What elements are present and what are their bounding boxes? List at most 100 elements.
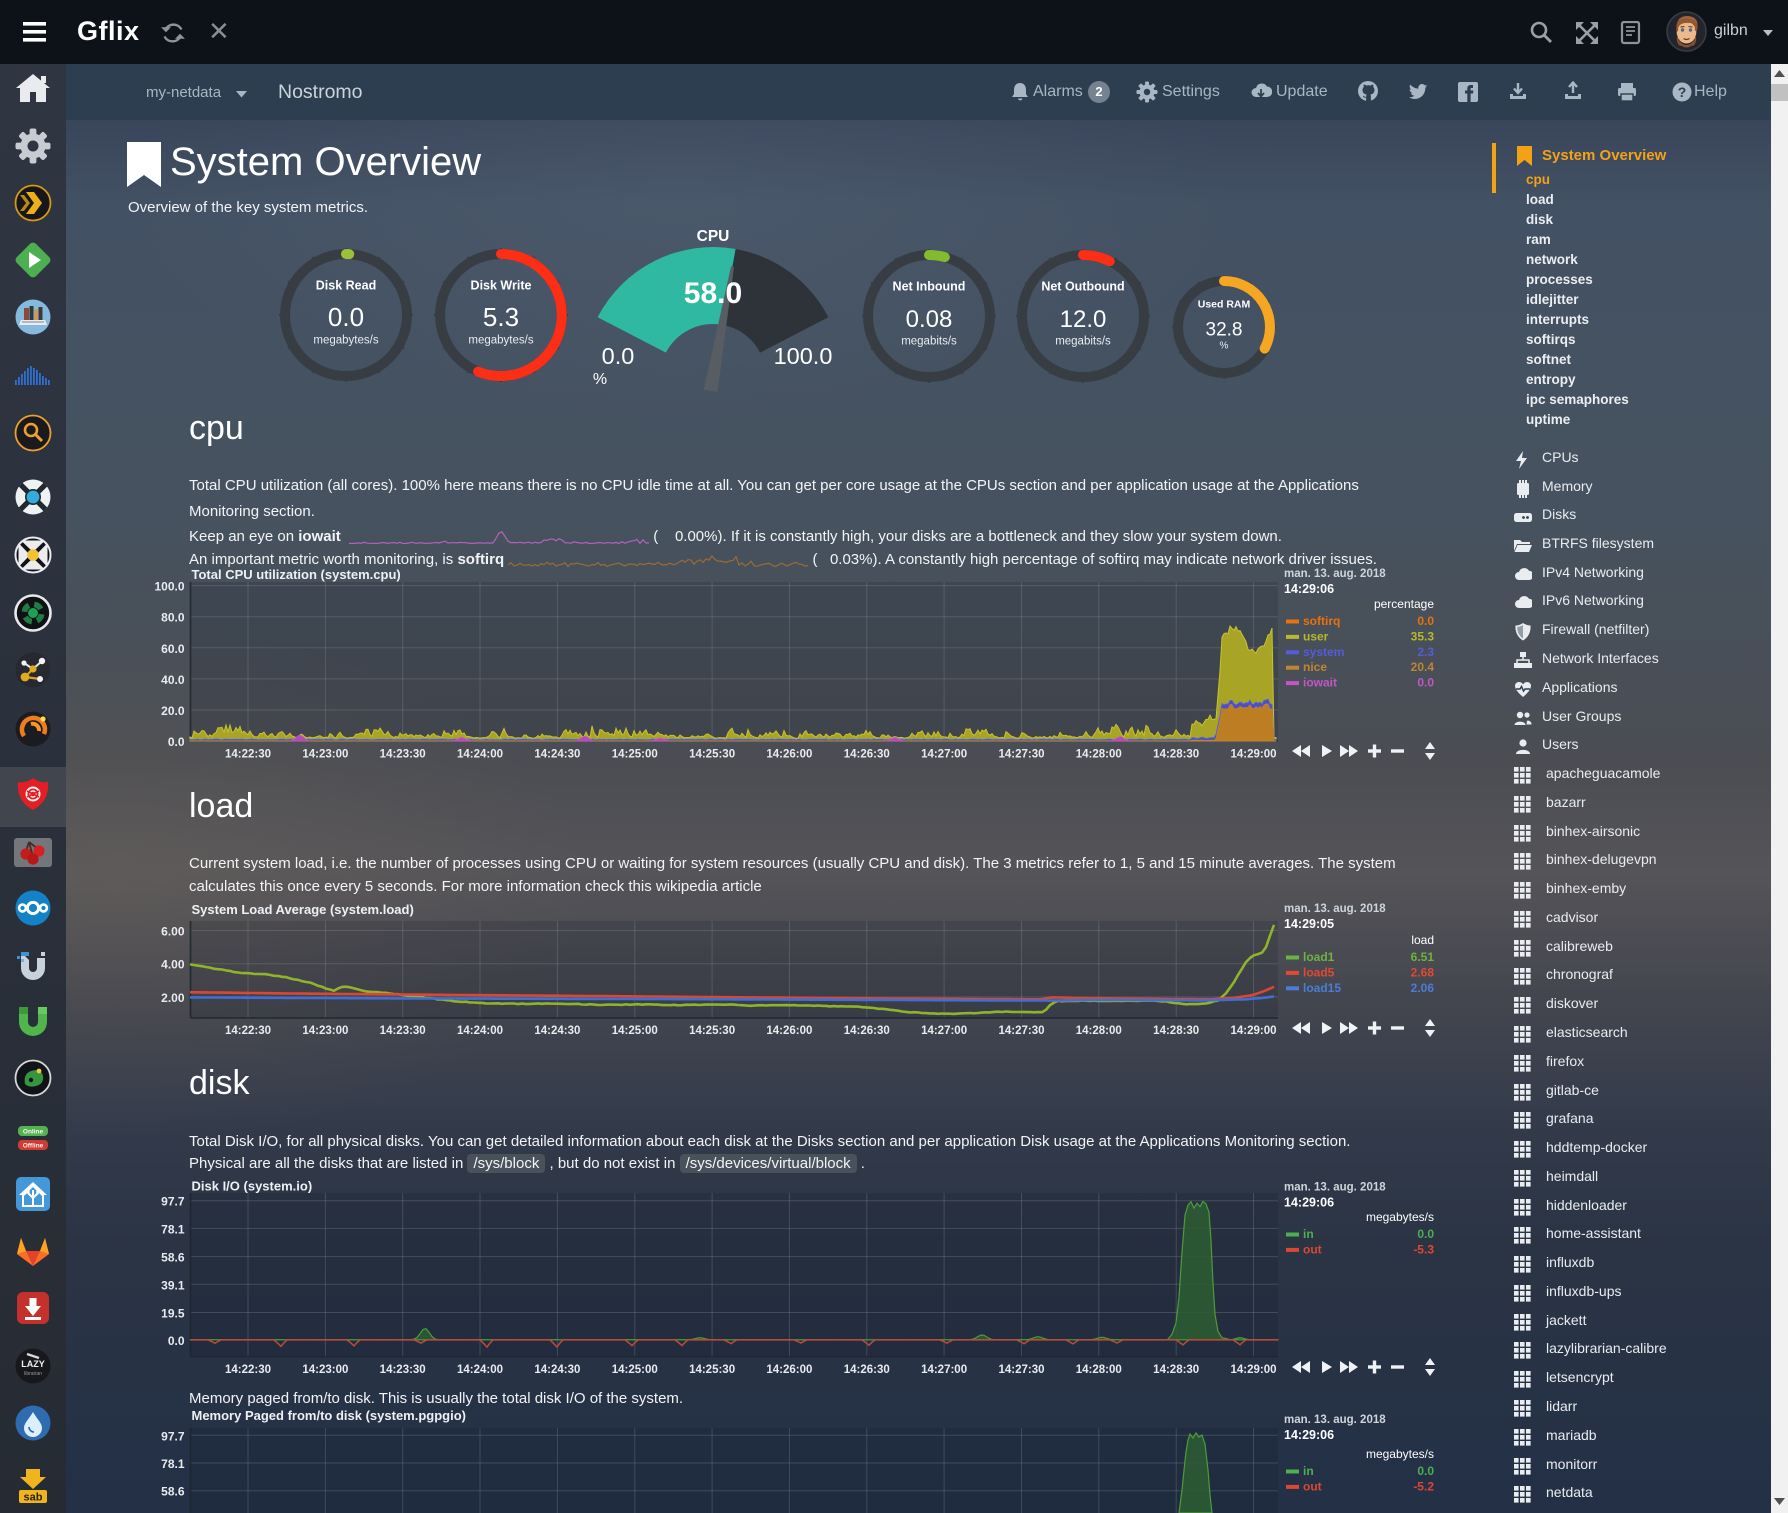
svg-text:14:24:30: 14:24:30	[534, 1364, 580, 1376]
svg-text:14:24:00: 14:24:00	[457, 1025, 503, 1037]
svg-text:load15: load15	[1303, 981, 1341, 995]
svg-text:load5: load5	[1303, 965, 1335, 979]
svg-text:14:23:00: 14:23:00	[302, 749, 348, 761]
svg-text:14:28:00: 14:28:00	[1076, 749, 1122, 761]
svg-text:14:29:05: 14:29:05	[1284, 917, 1334, 931]
svg-text:0.0: 0.0	[1417, 676, 1434, 690]
svg-text:megabytes/s: megabytes/s	[468, 335, 533, 347]
svg-text:CPU: CPU	[697, 228, 730, 245]
svg-text:14:28:30: 14:28:30	[1153, 1025, 1199, 1037]
svg-text:20.4: 20.4	[1411, 660, 1435, 674]
svg-text:14:26:00: 14:26:00	[766, 749, 812, 761]
svg-text:Used RAM: Used RAM	[1198, 299, 1251, 311]
svg-text:megabits/s: megabits/s	[901, 336, 957, 348]
svg-text:58.0: 58.0	[684, 277, 742, 310]
svg-text:%: %	[593, 371, 607, 388]
svg-text:nice: nice	[1303, 660, 1327, 674]
svg-text:man. 13. aug. 2018: man. 13. aug. 2018	[1284, 568, 1386, 580]
svg-text:14:25:30: 14:25:30	[689, 1364, 735, 1376]
svg-text:14:27:30: 14:27:30	[998, 1025, 1044, 1037]
svg-text:14:24:30: 14:24:30	[534, 749, 580, 761]
svg-text:14:25:00: 14:25:00	[612, 1025, 658, 1037]
svg-text:out: out	[1303, 1242, 1322, 1256]
svg-text:LAZY: LAZY	[21, 1359, 45, 1369]
svg-text:-5.3: -5.3	[1413, 1242, 1434, 1256]
svg-text:100.0: 100.0	[774, 343, 833, 369]
svg-text:39.1: 39.1	[161, 1278, 185, 1292]
svg-text:19.5: 19.5	[161, 1307, 185, 1321]
svg-text:14:27:00: 14:27:00	[921, 1364, 967, 1376]
svg-text:Online: Online	[23, 1129, 44, 1136]
svg-text:megabits/s: megabits/s	[1055, 336, 1111, 348]
svg-text:14:26:30: 14:26:30	[844, 1025, 890, 1037]
svg-text:0.0: 0.0	[602, 343, 635, 369]
svg-text:14:24:00: 14:24:00	[457, 1364, 503, 1376]
svg-text:0.0: 0.0	[168, 735, 185, 749]
svg-text:system: system	[1303, 645, 1344, 659]
svg-text:load: load	[1411, 933, 1434, 947]
svg-text:load1: load1	[1303, 950, 1335, 964]
svg-text:user: user	[1303, 629, 1329, 643]
svg-text:14:26:30: 14:26:30	[844, 1364, 890, 1376]
svg-text:14:28:00: 14:28:00	[1076, 1025, 1122, 1037]
svg-text:14:23:00: 14:23:00	[302, 1364, 348, 1376]
svg-text:6.51: 6.51	[1411, 950, 1435, 964]
svg-text:System Load Average (system.lo: System Load Average (system.load)	[192, 902, 414, 917]
svg-text:14:29:00: 14:29:00	[1230, 1025, 1276, 1037]
svg-text:0.0: 0.0	[1417, 614, 1434, 628]
svg-text:megabytes/s: megabytes/s	[1366, 1447, 1434, 1461]
svg-text:14:23:30: 14:23:30	[380, 749, 426, 761]
svg-text:14:23:00: 14:23:00	[302, 1025, 348, 1037]
svg-text:14:28:30: 14:28:30	[1153, 1364, 1199, 1376]
svg-text:0.0: 0.0	[1417, 1464, 1434, 1478]
svg-text:40.0: 40.0	[161, 673, 185, 687]
svg-text:5.3: 5.3	[483, 302, 519, 332]
svg-text:14:28:00: 14:28:00	[1076, 1364, 1122, 1376]
svg-text:14:27:00: 14:27:00	[921, 749, 967, 761]
svg-text:softirq: softirq	[1303, 614, 1340, 628]
svg-text:14:27:30: 14:27:30	[998, 749, 1044, 761]
svg-text:12.0: 12.0	[1060, 306, 1107, 333]
svg-text:Net Outbound: Net Outbound	[1041, 279, 1124, 293]
svg-text:14:24:00: 14:24:00	[457, 749, 503, 761]
svg-text:14:22:30: 14:22:30	[225, 1364, 271, 1376]
svg-text:14:25:30: 14:25:30	[689, 1025, 735, 1037]
svg-text:58.6: 58.6	[161, 1485, 185, 1499]
svg-text:man. 13. aug. 2018: man. 13. aug. 2018	[1284, 1182, 1386, 1194]
svg-text:Memory Paged from/to disk (sys: Memory Paged from/to disk (system.pgpgio…	[192, 1408, 467, 1423]
svg-text:14:22:30: 14:22:30	[225, 1025, 271, 1037]
svg-text:%: %	[1220, 341, 1229, 352]
svg-text:-5.2: -5.2	[1413, 1479, 1434, 1493]
svg-text:14:23:30: 14:23:30	[380, 1025, 426, 1037]
svg-text:14:29:06: 14:29:06	[1284, 1196, 1334, 1210]
svg-text:14:24:30: 14:24:30	[534, 1025, 580, 1037]
svg-text:14:29:06: 14:29:06	[1284, 582, 1334, 596]
svg-text:14:23:30: 14:23:30	[380, 1364, 426, 1376]
svg-text:2.68: 2.68	[1411, 965, 1435, 979]
svg-text:iowait: iowait	[1303, 676, 1337, 690]
svg-text:megabytes/s: megabytes/s	[313, 335, 378, 347]
svg-text:97.7: 97.7	[161, 1429, 185, 1443]
svg-text:man. 13. aug. 2018: man. 13. aug. 2018	[1284, 1414, 1386, 1426]
svg-text:14:27:30: 14:27:30	[998, 1364, 1044, 1376]
svg-text:0.08: 0.08	[906, 306, 953, 333]
svg-text:20.0: 20.0	[161, 704, 185, 718]
svg-text:megabytes/s: megabytes/s	[1366, 1210, 1434, 1224]
svg-text:Disk Write: Disk Write	[471, 278, 532, 292]
svg-text:14:26:00: 14:26:00	[766, 1364, 812, 1376]
svg-text:Disk Read: Disk Read	[316, 278, 376, 292]
svg-text:14:29:06: 14:29:06	[1284, 1428, 1334, 1442]
svg-text:in: in	[1303, 1464, 1314, 1478]
svg-text:97.7: 97.7	[161, 1195, 185, 1209]
svg-text:14:25:30: 14:25:30	[689, 749, 735, 761]
svg-text:100.0: 100.0	[154, 580, 184, 594]
svg-text:14:28:30: 14:28:30	[1153, 749, 1199, 761]
svg-text:man. 13. aug. 2018: man. 13. aug. 2018	[1284, 903, 1386, 915]
svg-text:Net Inbound: Net Inbound	[893, 279, 966, 293]
svg-text:4.00: 4.00	[161, 958, 185, 972]
svg-text:14:27:00: 14:27:00	[921, 1025, 967, 1037]
svg-text:14:22:30: 14:22:30	[225, 749, 271, 761]
svg-text:in: in	[1303, 1227, 1314, 1241]
svg-text:2.06: 2.06	[1411, 981, 1435, 995]
svg-text:sab: sab	[24, 1492, 43, 1504]
